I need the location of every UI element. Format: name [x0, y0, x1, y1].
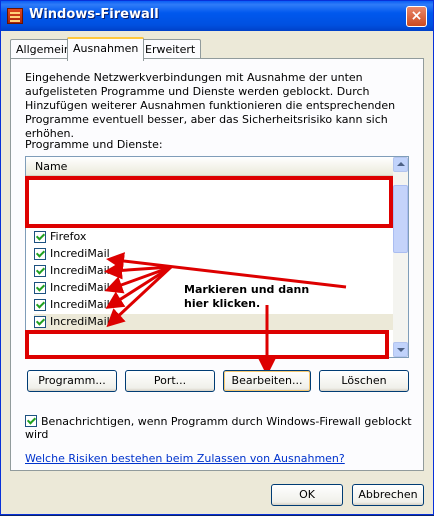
ok-button[interactable]: OK — [271, 484, 343, 506]
title-bar[interactable]: Windows-Firewall × — [1, 1, 433, 31]
annotation-note: Markieren und dann hier klicken. — [184, 283, 309, 311]
delete-button[interactable]: Löschen — [319, 370, 409, 392]
item-checkbox[interactable] — [34, 231, 46, 243]
intro-text: Eingehende Netzwerkverbindungen mit Ausn… — [25, 71, 396, 140]
tab-erweitert[interactable]: Erweitert — [139, 39, 202, 59]
risk-help-link[interactable]: Welche Risiken bestehen beim Zulassen vo… — [25, 452, 345, 465]
item-checkbox[interactable] — [34, 265, 46, 277]
firewall-icon — [7, 8, 23, 24]
annotation-line-1: Markieren und dann — [184, 283, 310, 296]
scroll-up-icon[interactable] — [393, 157, 408, 172]
item-label: IncrediMail — [50, 264, 110, 277]
close-button[interactable]: × — [406, 6, 427, 27]
notify-checkbox[interactable] — [25, 415, 37, 427]
item-checkbox[interactable] — [34, 299, 46, 311]
tab-ausnahmen[interactable]: Ausnahmen — [67, 37, 145, 61]
firewall-dialog: Windows-Firewall × Allgemein Ausnahmen E… — [0, 0, 434, 515]
annotation-line-2: hier klicken. — [184, 297, 261, 310]
item-label: Firefox — [50, 230, 87, 243]
item-label: IncrediMail — [50, 298, 110, 311]
redaction-box-top — [25, 176, 393, 228]
item-label: IncrediMail — [50, 315, 110, 328]
list-item[interactable]: Firefox — [34, 229, 394, 245]
redaction-box-bottom — [25, 330, 389, 359]
notify-option[interactable]: Benachrichtigen, wenn Programm durch Win… — [25, 413, 433, 441]
item-label: IncrediMail — [50, 247, 110, 260]
cancel-button[interactable]: Abbrechen — [352, 484, 424, 506]
programs-label: Programme und Dienste: — [25, 138, 163, 151]
list-item[interactable]: IncrediMail — [34, 314, 394, 330]
item-checkbox[interactable] — [34, 316, 46, 328]
window-title: Windows-Firewall — [29, 7, 159, 22]
scroll-down-icon[interactable] — [393, 342, 408, 357]
item-checkbox[interactable] — [34, 282, 46, 294]
edit-button[interactable]: Bearbeiten... — [223, 370, 311, 392]
notify-label: Benachrichtigen, wenn Programm durch Win… — [25, 415, 412, 441]
list-item[interactable]: IncrediMail — [34, 246, 394, 262]
item-label: IncrediMail — [50, 281, 110, 294]
item-checkbox[interactable] — [34, 248, 46, 260]
column-header-name[interactable]: Name — [26, 157, 394, 176]
scroll-thumb[interactable] — [393, 185, 408, 253]
add-program-button[interactable]: Programm... — [27, 370, 117, 392]
list-scrollbar[interactable] — [393, 157, 408, 357]
add-port-button[interactable]: Port... — [125, 370, 215, 392]
list-item[interactable]: IncrediMail — [34, 263, 394, 279]
